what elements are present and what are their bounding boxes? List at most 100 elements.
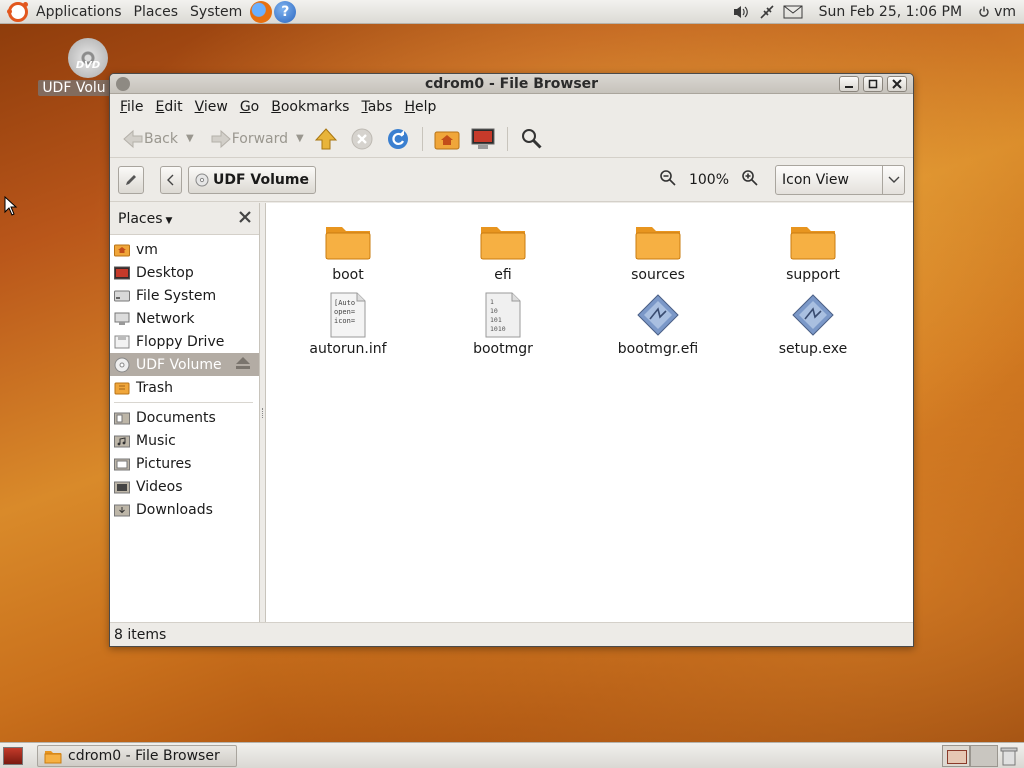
back-label: Back bbox=[144, 130, 178, 147]
zoom-out-button[interactable] bbox=[659, 169, 677, 191]
applications-menu[interactable]: Applications bbox=[30, 0, 128, 24]
reload-button[interactable] bbox=[383, 124, 413, 154]
file-browser-window: cdrom0 - File Browser File Edit View Go … bbox=[109, 73, 914, 647]
workspace-switcher bbox=[942, 744, 1020, 767]
sidebar-item-network[interactable]: Network bbox=[110, 307, 259, 330]
taskbar-item-file-browser[interactable]: cdrom0 - File Browser bbox=[37, 744, 237, 767]
status-bar: 8 items bbox=[110, 622, 913, 646]
forward-history-dropdown-icon[interactable]: ▼ bbox=[296, 133, 304, 144]
up-button[interactable] bbox=[311, 124, 341, 154]
sidebar-item-downloads[interactable]: Downloads bbox=[110, 498, 259, 521]
back-button[interactable]: Back ▼ bbox=[118, 123, 198, 155]
sidebar-item-label: Music bbox=[136, 432, 176, 449]
search-icon bbox=[521, 128, 542, 149]
mail-icon[interactable] bbox=[781, 0, 805, 24]
sidebar-item-desktop[interactable]: Desktop bbox=[110, 261, 259, 284]
maximize-button[interactable] bbox=[863, 76, 883, 92]
eject-button[interactable] bbox=[235, 356, 251, 374]
forward-button[interactable]: Forward ▼ bbox=[206, 123, 308, 155]
file-name: sources bbox=[631, 267, 685, 283]
path-button-udf-volume[interactable]: UDF Volume bbox=[188, 165, 316, 194]
path-scroll-left-button[interactable] bbox=[160, 165, 182, 194]
menu-tabs[interactable]: Tabs bbox=[355, 99, 398, 115]
file-item-autorun-inf[interactable]: [Auto open= icon= autorun.inf bbox=[288, 291, 408, 357]
system-menu[interactable]: System bbox=[184, 0, 248, 24]
file-name: bootmgr.efi bbox=[617, 341, 699, 357]
window-menu-button[interactable] bbox=[116, 77, 130, 91]
file-item-sources[interactable]: sources bbox=[598, 217, 718, 283]
view-mode-select[interactable]: Icon View bbox=[775, 164, 905, 195]
sidebar-separator bbox=[114, 402, 253, 403]
computer-icon bbox=[471, 128, 495, 149]
menu-bookmarks[interactable]: Bookmarks bbox=[265, 99, 355, 115]
forward-arrow-icon bbox=[211, 129, 231, 148]
menu-file[interactable]: File bbox=[114, 99, 149, 115]
sidebar-item-label: Documents bbox=[136, 409, 216, 426]
eject-icon bbox=[236, 356, 250, 369]
back-arrow-icon bbox=[123, 129, 143, 148]
file-item-setup-exe[interactable]: setup.exe bbox=[753, 291, 873, 357]
stop-button[interactable] bbox=[347, 124, 377, 154]
trash-icon bbox=[114, 380, 130, 396]
icon-view[interactable]: boot efi sources support [Auto open= ico… bbox=[266, 203, 913, 623]
top-panel: Applications Places System ? Sun Feb 25,… bbox=[0, 0, 1024, 24]
back-history-dropdown-icon[interactable]: ▼ bbox=[186, 133, 194, 144]
sidebar-item-trash[interactable]: Trash bbox=[110, 376, 259, 399]
help-icon[interactable]: ? bbox=[274, 0, 297, 23]
file-item-bootmgr[interactable]: 1 10 101 1010 bootmgr bbox=[443, 291, 563, 357]
floppy-icon bbox=[114, 334, 130, 350]
svg-text:101: 101 bbox=[490, 316, 502, 324]
sidebar-item-videos[interactable]: Videos bbox=[110, 475, 259, 498]
toggle-location-entry-button[interactable] bbox=[118, 165, 144, 194]
sidebar-item-file-system[interactable]: File System bbox=[110, 284, 259, 307]
file-item-bootmgr-efi[interactable]: bootmgr.efi bbox=[598, 291, 718, 357]
sidebar-type-select[interactable]: Places ▼ bbox=[118, 211, 172, 227]
network-disconnected-icon[interactable] bbox=[755, 0, 779, 24]
window-titlebar[interactable]: cdrom0 - File Browser bbox=[110, 74, 913, 94]
workspace-2[interactable] bbox=[970, 744, 998, 767]
user-menu[interactable]: vm bbox=[978, 4, 1016, 20]
path-button-label: UDF Volume bbox=[213, 171, 309, 188]
places-menu[interactable]: Places bbox=[128, 0, 185, 24]
close-sidebar-button[interactable] bbox=[239, 210, 251, 227]
file-item-efi[interactable]: efi bbox=[443, 217, 563, 283]
clock[interactable]: Sun Feb 25, 1:06 PM bbox=[819, 4, 962, 20]
zoom-in-button[interactable] bbox=[741, 169, 759, 191]
ubuntu-logo-icon[interactable] bbox=[7, 1, 28, 22]
file-item-support[interactable]: support bbox=[753, 217, 873, 283]
taskbar-item-label: cdrom0 - File Browser bbox=[68, 747, 220, 764]
file-name: efi bbox=[494, 267, 512, 283]
volume-icon[interactable] bbox=[729, 0, 753, 24]
sidebar-item-label: UDF Volume bbox=[136, 356, 222, 373]
close-button[interactable] bbox=[887, 76, 907, 92]
sidebar-item-label: File System bbox=[136, 287, 217, 304]
menubar: File Edit View Go Bookmarks Tabs Help bbox=[110, 94, 913, 120]
sidebar-item-vm[interactable]: vm bbox=[110, 238, 259, 261]
computer-button[interactable] bbox=[468, 124, 498, 154]
sidebar-item-floppy-drive[interactable]: Floppy Drive bbox=[110, 330, 259, 353]
menu-go[interactable]: Go bbox=[234, 99, 265, 115]
home-button[interactable] bbox=[432, 124, 462, 154]
folder-icon bbox=[753, 217, 873, 265]
close-icon bbox=[239, 210, 251, 223]
firefox-icon[interactable] bbox=[250, 0, 273, 23]
menu-view[interactable]: View bbox=[189, 99, 234, 115]
sidebar-item-documents[interactable]: Documents bbox=[110, 406, 259, 429]
zoom-in-icon bbox=[742, 169, 758, 186]
svg-text:icon=: icon= bbox=[334, 317, 355, 325]
menu-help[interactable]: Help bbox=[398, 99, 442, 115]
up-arrow-icon bbox=[314, 127, 337, 149]
menu-edit[interactable]: Edit bbox=[149, 99, 188, 115]
trash-applet-icon[interactable] bbox=[998, 745, 1020, 767]
file-name: bootmgr bbox=[473, 341, 533, 357]
pencil-icon bbox=[126, 174, 136, 185]
show-desktop-button[interactable] bbox=[3, 746, 23, 765]
zoom-level[interactable]: 100% bbox=[689, 172, 729, 188]
sidebar-item-pictures[interactable]: Pictures bbox=[110, 452, 259, 475]
sidebar-item-music[interactable]: Music bbox=[110, 429, 259, 452]
workspace-1[interactable] bbox=[942, 744, 970, 767]
search-button[interactable] bbox=[517, 124, 547, 154]
file-item-boot[interactable]: boot bbox=[288, 217, 408, 283]
sidebar-item-udf-volume[interactable]: UDF Volume bbox=[110, 353, 259, 376]
minimize-button[interactable] bbox=[839, 76, 859, 92]
